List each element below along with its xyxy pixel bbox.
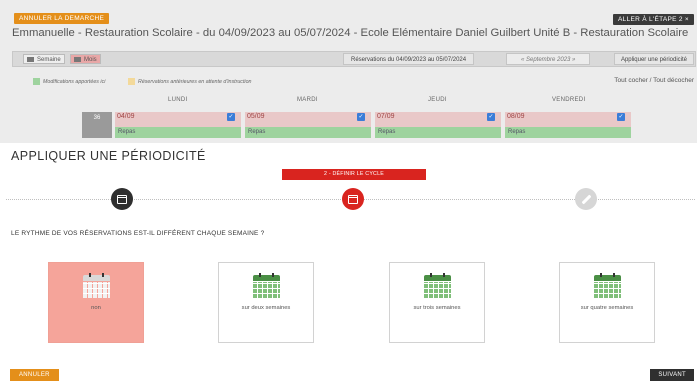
reservation-range: Réservations du 04/09/2023 au 05/07/2024 (343, 53, 475, 65)
step-3-pencil-icon (575, 188, 597, 210)
day-header-friday: VENDREDI (552, 97, 586, 103)
checkbox-checked-icon[interactable]: ✓ (227, 113, 235, 121)
meal-label: Repas (115, 127, 241, 138)
cycle-question: LE RYTHME DE VOS RÉSERVATIONS EST-IL DIF… (11, 230, 265, 237)
week-number: 36 (82, 112, 112, 138)
month-view-button[interactable]: Mois (70, 54, 101, 64)
day-cell[interactable]: 04/09 ✓ Repas (115, 112, 241, 138)
checkbox-checked-icon[interactable]: ✓ (617, 113, 625, 121)
option-two-weeks[interactable]: sur deux semaines (218, 262, 314, 343)
apply-periodicity-button[interactable]: Appliquer une périodicité (613, 53, 694, 65)
calendar-icon (348, 194, 358, 204)
calendar-icon (74, 57, 81, 62)
checkbox-checked-icon[interactable]: ✓ (357, 113, 365, 121)
current-step-banner: 2 - DÉFINIR LE CYCLE (282, 169, 426, 180)
calendar-icon (594, 273, 621, 298)
step-2-calendar-icon (342, 188, 364, 210)
option-no[interactable]: non (48, 262, 144, 343)
legend-swatch (33, 78, 40, 85)
periodicity-modal: APPLIQUER UNE PÉRIODICITÉ 2 - DÉFINIR LE… (0, 143, 697, 387)
step-1-calendar-icon[interactable] (111, 188, 133, 210)
modal-title: APPLIQUER UNE PÉRIODICITÉ (11, 149, 206, 163)
legend-label: Modifications apportées ici (43, 78, 106, 85)
cancel-process-button[interactable]: ANNULER LA DEMARCHE (14, 13, 110, 24)
day-header-tuesday: MARDI (297, 97, 318, 103)
option-three-weeks[interactable]: sur trois semaines (389, 262, 485, 343)
month-navigation[interactable]: « Septembre 2023 » (506, 53, 591, 65)
pencil-icon (581, 194, 591, 204)
background-app: ANNULER LA DEMARCHE ALLER À L'ÉTAPE 2 × … (0, 0, 697, 143)
day-date: 07/09 (377, 113, 395, 120)
day-date: 05/09 (247, 113, 265, 120)
option-label: sur quatre semaines (580, 305, 634, 311)
cancel-button[interactable]: ANNULER (10, 369, 59, 381)
meal-label: Repas (505, 127, 631, 138)
go-to-step-2-button[interactable]: ALLER À L'ÉTAPE 2 × (613, 14, 694, 25)
calendar-toolbar: Semaine Mois Réservations du 04/09/2023 … (12, 51, 696, 67)
day-cell[interactable]: 07/09 ✓ Repas (375, 112, 501, 138)
day-cell[interactable]: 05/09 ✓ Repas (245, 112, 371, 138)
legend-item-modifications: Modifications apportées ici (33, 78, 105, 85)
calendar-icon (27, 57, 34, 62)
meal-label: Repas (375, 127, 501, 138)
calendar-icon (424, 273, 451, 298)
calendar-icon (253, 273, 280, 298)
day-cell[interactable]: 08/09 ✓ Repas (505, 112, 631, 138)
calendar-icon (83, 273, 110, 298)
option-label: sur trois semaines (413, 305, 461, 311)
option-label: sur deux semaines (241, 305, 291, 311)
day-header-thursday: JEUDI (428, 97, 447, 103)
page: ANNULER LA DEMARCHE ALLER À L'ÉTAPE 2 × … (0, 0, 697, 387)
page-title: Emmanuelle - Restauration Scolaire - du … (12, 27, 689, 39)
legend-item-pending: Réservations antérieures en attente d'in… (128, 78, 252, 85)
day-date: 04/09 (117, 113, 135, 120)
day-header-monday: LUNDI (168, 97, 188, 103)
legend-swatch (128, 78, 135, 85)
option-label: non (91, 305, 101, 311)
week-view-label: Semaine (37, 57, 61, 63)
legend-label: Réservations antérieures en attente d'in… (138, 78, 252, 85)
month-view-label: Mois (84, 57, 97, 63)
select-all-links[interactable]: Tout cocher / Tout décocher (614, 77, 694, 84)
week-view-button[interactable]: Semaine (23, 54, 65, 64)
calendar-icon (117, 194, 127, 204)
option-four-weeks[interactable]: sur quatre semaines (559, 262, 655, 343)
checkbox-checked-icon[interactable]: ✓ (487, 113, 495, 121)
meal-label: Repas (245, 127, 371, 138)
next-button[interactable]: SUIVANT (650, 369, 694, 381)
day-date: 08/09 (507, 113, 525, 120)
